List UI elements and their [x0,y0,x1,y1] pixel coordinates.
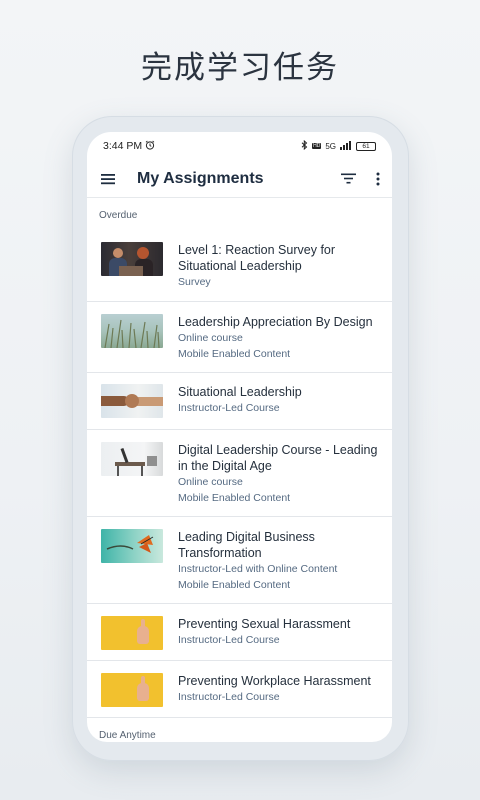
list-item[interactable]: Leadership Appreciation By Design Online… [87,302,392,373]
list-item[interactable]: Level 1: Reaction Survey for Situational… [87,232,392,302]
course-thumbnail [101,314,163,348]
assignment-type: Instructor-Led Course [178,691,280,703]
assignment-title: Preventing Workplace Harassment [178,674,371,688]
list-item[interactable]: Preventing Sexual Harassment Instructor-… [87,604,392,661]
course-thumbnail [101,384,163,418]
section-overdue: Overdue [99,210,138,221]
list-item[interactable]: Leading Digital Business Transformation … [87,517,392,604]
assignment-title: Leadership Appreciation By Design [178,315,373,329]
section-due-anytime: Due Anytime [99,730,156,741]
alarm-icon [145,140,155,153]
assignment-title: Leading Digital Business Transformation [178,530,315,560]
assignment-type: Instructor-Led Course [178,634,280,646]
list-item[interactable]: Situational Leadership Instructor-Led Co… [87,373,392,430]
status-bar: 3:44 PM HD 5G 61 [87,132,392,160]
assignment-title: Situational Leadership [178,385,302,399]
signal-icon [340,140,352,152]
course-thumbnail [101,442,163,476]
assignment-tag: Mobile Enabled Content [178,579,291,591]
assignment-tag: Mobile Enabled Content [178,348,291,360]
course-thumbnail [101,616,163,650]
assignment-type: Online course [178,332,243,344]
assignment-type: Survey [178,276,211,288]
course-thumbnail [101,242,163,276]
phone-screen: 3:44 PM HD 5G 61 My Assignments Overdue … [87,132,392,742]
assignment-type: Instructor-Led with Online Content [178,563,338,575]
bluetooth-icon [301,139,308,152]
network-label: 5G [325,141,336,151]
battery-icon: 61 [356,141,376,151]
menu-icon[interactable] [101,173,115,185]
hd-icon: HD [312,143,322,149]
assignment-title: Level 1: Reaction Survey for Situational… [178,243,336,273]
app-bar: My Assignments [87,160,392,198]
assignment-list: Level 1: Reaction Survey for Situational… [87,232,392,718]
promo-title: 完成学习任务 [141,50,339,86]
list-item[interactable]: Preventing Workplace Harassment Instruct… [87,661,392,718]
list-item[interactable]: Digital Leadership Course - Leading in t… [87,430,392,517]
battery-level: 61 [362,142,370,150]
filter-icon[interactable] [341,173,356,184]
page-title: My Assignments [137,169,264,187]
assignment-title: Preventing Sexual Harassment [178,617,351,631]
assignment-type: Online course [178,476,243,488]
assignment-tag: Mobile Enabled Content [178,492,291,504]
course-thumbnail [101,673,163,707]
assignment-title: Digital Leadership Course - Leading in t… [178,443,378,473]
more-options-icon[interactable] [376,172,380,186]
status-time: 3:44 PM [103,140,143,152]
course-thumbnail [101,529,163,563]
assignment-type: Instructor-Led Course [178,402,280,414]
